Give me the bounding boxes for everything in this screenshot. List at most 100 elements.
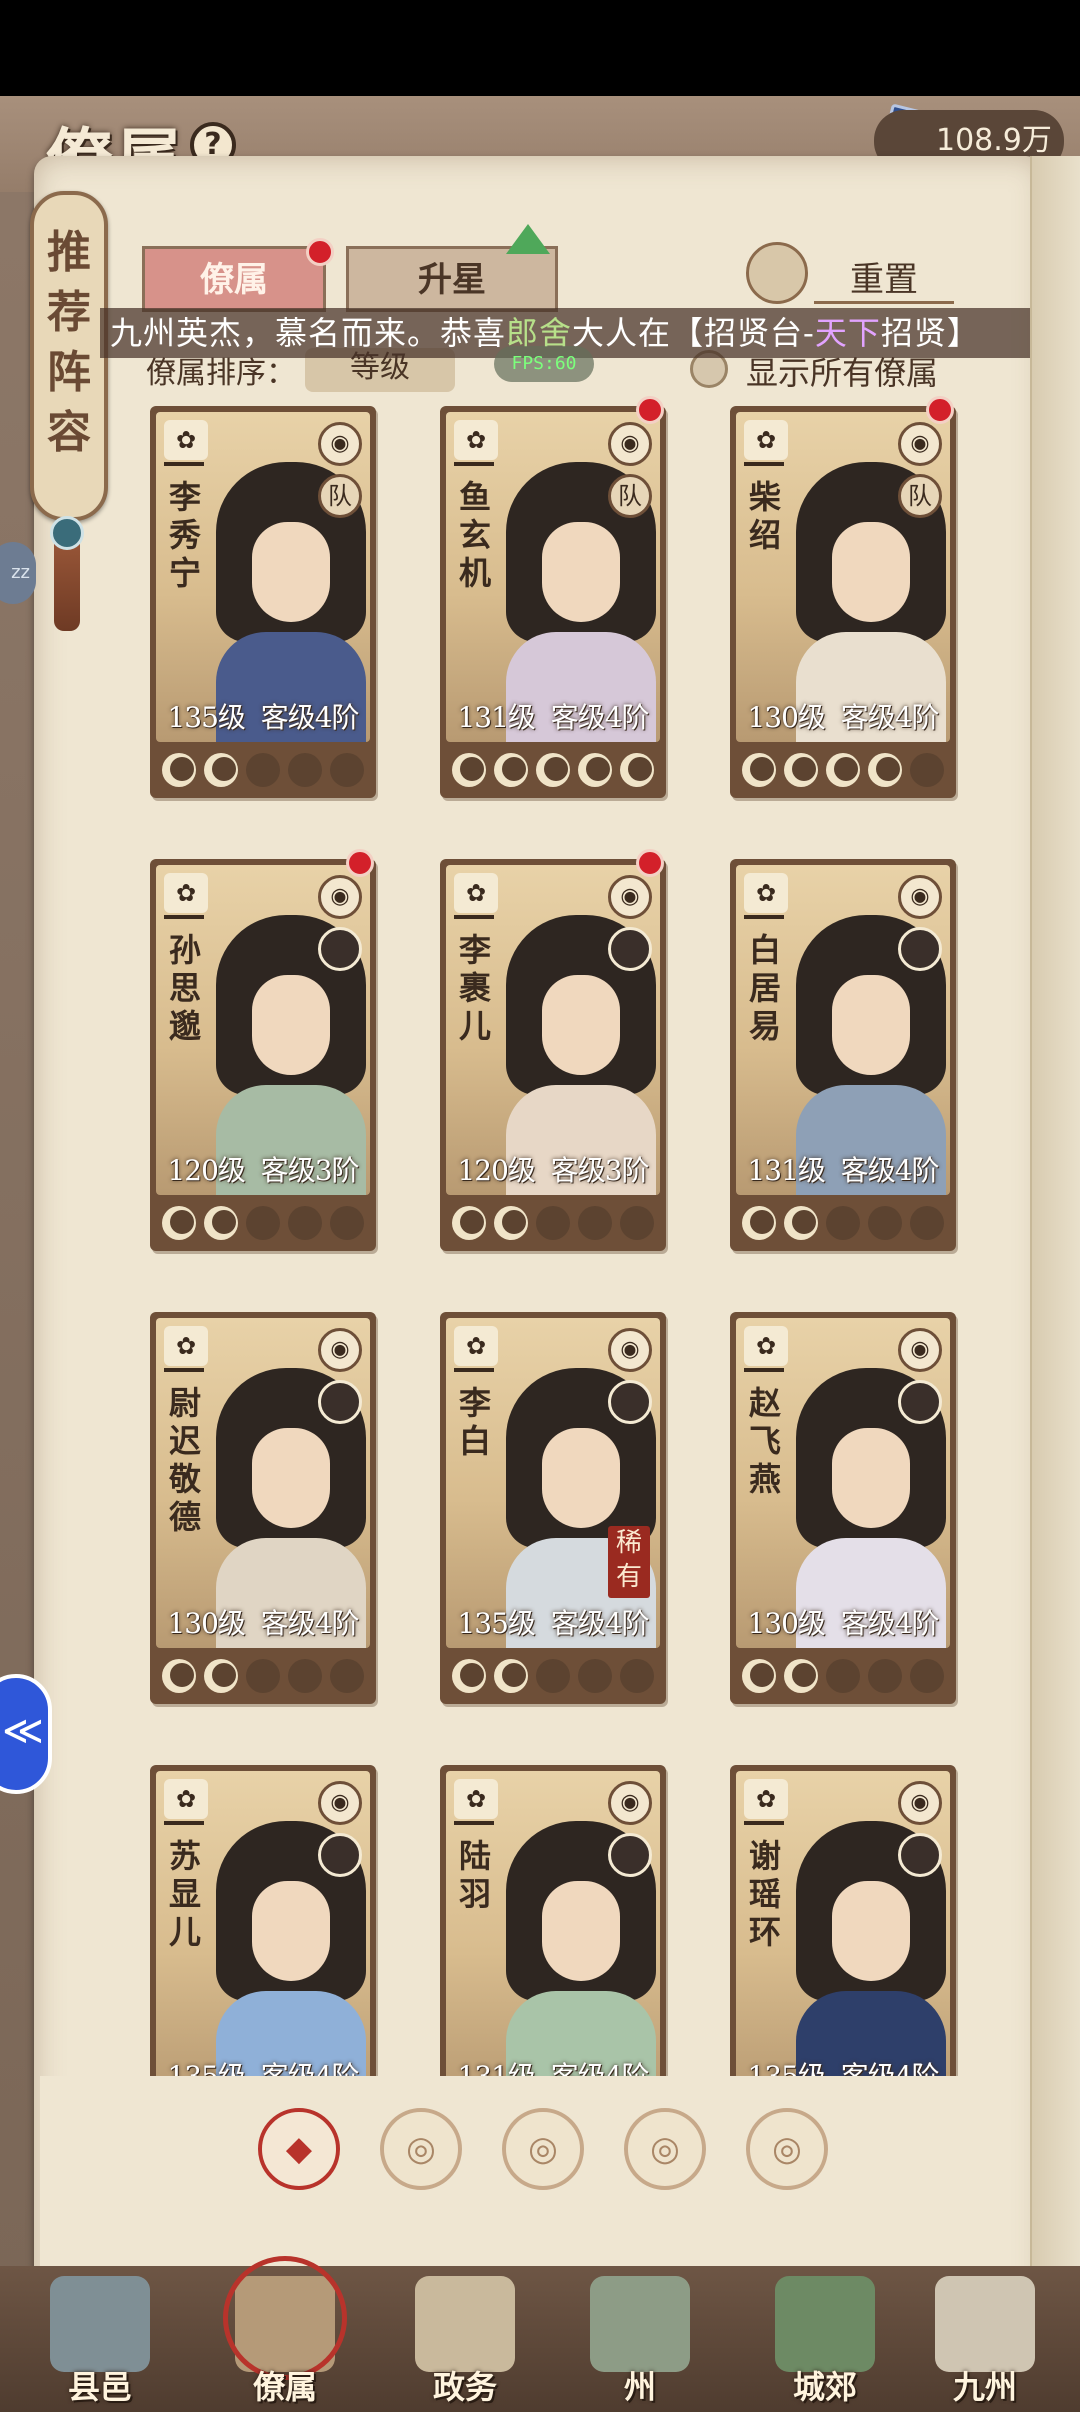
rank-value: 客级3阶 [550,1154,650,1187]
card-portrait-area: ✿ ◉ 孙思邈 [156,865,370,1195]
level-text: 120级 客级3阶 [156,1149,370,1189]
type-icon: ✿ [744,420,788,460]
banner-char-3: 阵 [47,347,91,398]
moon-empty-icon [246,1206,280,1240]
status-bar [0,0,1080,96]
skill-icon: ◉ [318,875,362,919]
moon-filled-icon [494,753,528,787]
star-moon-row [738,1656,948,1696]
rank-value: 客级4阶 [260,701,360,734]
star-moon-row [448,1203,658,1243]
moon-filled-icon [578,753,612,787]
moon-empty-icon [246,1659,280,1693]
bottom-navigation: 县邑 僚属 政务 州 城郊 九州 [0,2256,1080,2412]
moon-empty-icon [910,1659,944,1693]
moon-filled-icon [742,753,776,787]
nav-label: 州 [623,2368,656,2406]
moon-filled-icon [742,1659,776,1693]
moon-empty-icon [330,1206,364,1240]
moon-empty-icon [288,753,322,787]
subordinate-card[interactable]: ✿ ◉ 李秀宁 队 135级 客级4阶 [150,406,376,798]
moon-filled-icon [742,1206,776,1240]
tab-notification-dot [306,238,334,266]
nav-affairs[interactable]: 政务 [385,2266,545,2412]
card-notification-dot [636,849,664,877]
zz-side-button[interactable]: zz [0,542,36,604]
subordinate-card[interactable]: ✿ ◉ 尉迟敬德 130级 客级4阶 [150,1312,376,1704]
skill-icon: ◉ [898,875,942,919]
card-portrait-area: ✿ ◉ 李秀宁 队 [156,412,370,742]
moon-empty-icon [868,1659,902,1693]
recommended-lineup-button[interactable]: 推 荐 阵 容 [30,191,108,521]
filter-type-d-icon[interactable]: ◎ [746,2108,828,2190]
card-portrait-area: ✿ ◉ 陆羽 [446,1771,660,2101]
moon-empty-icon [536,1206,570,1240]
level-text: 130级 客级4阶 [736,1602,950,1642]
subordinate-card[interactable]: ✿ ◉ 孙思邈 120级 客级3阶 [150,849,376,1251]
card-notification-dot [346,849,374,877]
subordinate-card[interactable]: ✿ ◉ 白居易 131级 客级4阶 [730,859,956,1251]
subordinate-card[interactable]: ✿ ◉ 柴绍 队 130级 客级4阶 [730,396,956,798]
nav-affairs-icon [415,2276,515,2372]
banner-char-1: 推 [47,227,91,278]
filter-type-a-icon[interactable]: ◎ [380,2108,462,2190]
reset-icon[interactable] [746,242,808,304]
star-moon-row [448,1656,658,1696]
type-icon: ✿ [454,1779,498,1819]
level-value: 120级 [167,1154,245,1187]
page-fold [1030,156,1080,2326]
card-portrait-area: ✿ ◉ 赵飞燕 [736,1318,950,1648]
moon-empty-icon [620,1206,654,1240]
subordinate-name: 陆羽 [458,1837,491,1913]
moon-empty-icon [288,1659,322,1693]
nav-label: 政务 [432,2368,497,2406]
nav-prefecture-icon [590,2276,690,2372]
star-moon-row [738,1203,948,1243]
skill-icon: ◉ [608,875,652,919]
filter-all-icon[interactable]: ◆ [258,2108,340,2190]
nav-label: 僚属 [252,2368,317,2406]
partner-avatar [608,1833,652,1877]
tab-upgrade-star[interactable]: 升星 [346,246,558,312]
portrait-face [832,522,910,622]
moon-filled-icon [784,1659,818,1693]
subordinate-card[interactable]: ✿ ◉ 李裹儿 120级 客级3阶 [440,849,666,1251]
portrait-face [252,1881,330,1981]
filter-type-c-icon[interactable]: ◎ [624,2108,706,2190]
marquee-suffix: 招贤】 [880,314,980,352]
partner-avatar [318,1833,362,1877]
card-portrait-area: ✿ ◉ 柴绍 队 [736,412,950,742]
moon-filled-icon [784,1206,818,1240]
nav-nine-provinces[interactable]: 九州 [905,2266,1065,2412]
nav-prefecture[interactable]: 州 [560,2266,720,2412]
level-value: 130级 [747,1607,825,1640]
filter-type-b-icon[interactable]: ◎ [502,2108,584,2190]
level-text: 130级 客级4阶 [156,1602,370,1642]
moon-empty-icon [578,1206,612,1240]
subordinate-card[interactable]: ✿ ◉ 鱼玄机 队 131级 客级4阶 [440,396,666,798]
type-underline [454,915,494,919]
nav-subordinates[interactable]: 僚属 [205,2256,365,2412]
level-text: 120级 客级3阶 [446,1149,660,1189]
nav-county[interactable]: 县邑 [20,2266,180,2412]
portrait-face [542,1428,620,1528]
tassel-knot [50,516,84,550]
reset-button[interactable]: 重置 [814,252,954,304]
skill-icon: ◉ [608,422,652,466]
side-floating-button[interactable] [0,1674,52,1794]
moon-empty-icon [910,753,944,787]
level-text: 135级 客级4阶 [156,696,370,736]
banner-char-4: 容 [47,407,91,458]
subordinate-card[interactable]: ✿ ◉ 李白 稀有 135级 客级4阶 [440,1312,666,1704]
type-underline [744,915,784,919]
moon-filled-icon [494,1659,528,1693]
tab-subordinates[interactable]: 僚属 [142,246,326,312]
level-value: 131级 [457,701,535,734]
portrait-face [832,1428,910,1528]
type-icon: ✿ [454,1326,498,1366]
rank-value: 客级4阶 [550,1607,650,1640]
nav-outskirts[interactable]: 城郊 [745,2266,905,2412]
moon-filled-icon [204,1206,238,1240]
type-underline [454,1821,494,1825]
subordinate-card[interactable]: ✿ ◉ 赵飞燕 130级 客级4阶 [730,1312,956,1704]
